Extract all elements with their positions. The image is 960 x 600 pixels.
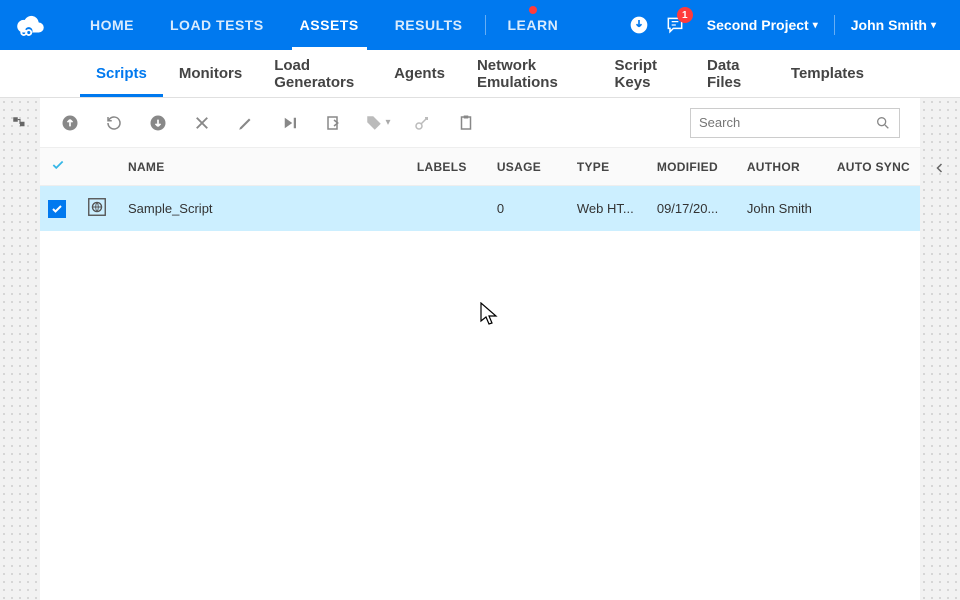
cell-name: Sample_Script xyxy=(128,201,213,216)
nav-learn[interactable]: LEARN xyxy=(490,0,577,50)
subnav-load-generators[interactable]: Load Generators xyxy=(258,50,378,97)
cell-autosync xyxy=(827,186,920,232)
table-row[interactable]: Sample_Script 0 Web HT... 09/17/20... Jo… xyxy=(40,186,920,232)
nav-learn-label: LEARN xyxy=(508,17,559,33)
col-author[interactable]: AUTHOR xyxy=(737,148,827,186)
edit-button[interactable] xyxy=(232,109,260,137)
download-asset-button[interactable] xyxy=(144,109,172,137)
workspace: ▾ xyxy=(0,98,960,600)
col-autosync[interactable]: AUTO SYNC xyxy=(827,148,920,186)
export-icon xyxy=(325,114,343,132)
chevron-down-icon: ▾ xyxy=(385,117,390,128)
subnav-agents[interactable]: Agents xyxy=(378,50,461,97)
nav-load-tests[interactable]: LOAD TESTS xyxy=(152,0,282,50)
col-usage[interactable]: USAGE xyxy=(487,148,567,186)
script-web-icon xyxy=(86,196,108,218)
col-modified[interactable]: MODIFIED xyxy=(647,148,737,186)
subnav-data-files[interactable]: Data Files xyxy=(691,50,775,97)
tree-toggle-button[interactable] xyxy=(6,110,34,138)
app-logo[interactable] xyxy=(12,7,48,43)
copy-button[interactable] xyxy=(452,109,480,137)
project-picker[interactable]: Second Project ▾ xyxy=(695,17,830,33)
pencil-icon xyxy=(237,114,255,132)
cell-modified: 09/17/20... xyxy=(647,186,737,232)
tag-button[interactable]: ▾ xyxy=(364,109,392,137)
cell-labels xyxy=(407,186,487,232)
subnav-monitors[interactable]: Monitors xyxy=(163,50,258,97)
feedback-badge: 1 xyxy=(677,7,693,23)
chevron-down-icon: ▾ xyxy=(813,20,818,31)
nav-separator xyxy=(485,15,486,35)
content-panel: ▾ xyxy=(40,98,920,600)
user-picker[interactable]: John Smith ▾ xyxy=(839,17,948,33)
delete-button[interactable] xyxy=(188,109,216,137)
subnav-scripts[interactable]: Scripts xyxy=(80,50,163,97)
download-circle-icon xyxy=(148,113,168,133)
search-box[interactable] xyxy=(690,108,900,138)
key-icon xyxy=(413,114,431,132)
cell-type: Web HT... xyxy=(567,186,647,232)
notification-dot-icon xyxy=(529,6,537,14)
table-area: NAME LABELS USAGE TYPE MODIFIED AUTHOR A… xyxy=(40,148,920,231)
reload-button[interactable] xyxy=(100,109,128,137)
upload-icon xyxy=(60,113,80,133)
close-icon xyxy=(193,114,211,132)
project-picker-label: Second Project xyxy=(707,17,809,33)
tag-icon xyxy=(365,114,383,132)
check-icon xyxy=(51,158,65,172)
search-icon xyxy=(875,115,891,131)
topbar-separator xyxy=(834,15,835,35)
download-icon xyxy=(629,15,649,35)
table-header-row: NAME LABELS USAGE TYPE MODIFIED AUTHOR A… xyxy=(40,148,920,186)
play-skip-icon xyxy=(281,114,299,132)
nav-results[interactable]: RESULTS xyxy=(377,0,481,50)
col-type[interactable]: TYPE xyxy=(567,148,647,186)
subnav: Scripts Monitors Load Generators Agents … xyxy=(0,50,960,98)
cell-usage: 0 xyxy=(487,186,567,232)
link-button[interactable] xyxy=(408,109,436,137)
check-icon xyxy=(51,203,63,215)
tree-icon xyxy=(11,115,29,133)
nav-home[interactable]: HOME xyxy=(72,0,152,50)
topbar: HOME LOAD TESTS ASSETS RESULTS LEARN 1 S… xyxy=(0,0,960,50)
chevron-down-icon: ▾ xyxy=(931,20,936,31)
col-labels[interactable]: LABELS xyxy=(407,148,487,186)
toolbar: ▾ xyxy=(40,98,920,148)
clipboard-icon xyxy=(457,114,475,132)
run-button[interactable] xyxy=(276,109,304,137)
user-picker-label: John Smith xyxy=(851,17,927,33)
col-name[interactable]: NAME xyxy=(118,148,407,186)
upload-button[interactable] xyxy=(56,109,84,137)
export-button[interactable] xyxy=(320,109,348,137)
row-checkbox[interactable] xyxy=(48,200,66,218)
chevron-right-icon xyxy=(934,162,946,174)
side-rail xyxy=(0,98,40,600)
feedback-button[interactable]: 1 xyxy=(659,9,691,41)
download-button[interactable] xyxy=(623,9,655,41)
cell-author: John Smith xyxy=(737,186,827,232)
subnav-network-emulations[interactable]: Network Emulations xyxy=(461,50,599,97)
subnav-templates[interactable]: Templates xyxy=(775,50,880,97)
reload-icon xyxy=(105,114,123,132)
search-input[interactable] xyxy=(699,115,875,130)
panel-collapse-button[interactable] xyxy=(930,158,950,178)
header-select-all[interactable] xyxy=(40,148,76,186)
subnav-script-keys[interactable]: Script Keys xyxy=(599,50,691,97)
nav-assets[interactable]: ASSETS xyxy=(282,0,377,50)
topbar-right: 1 Second Project ▾ John Smith ▾ xyxy=(623,9,948,41)
scripts-table: NAME LABELS USAGE TYPE MODIFIED AUTHOR A… xyxy=(40,148,920,231)
topnav-items: HOME LOAD TESTS ASSETS RESULTS LEARN xyxy=(72,0,576,50)
